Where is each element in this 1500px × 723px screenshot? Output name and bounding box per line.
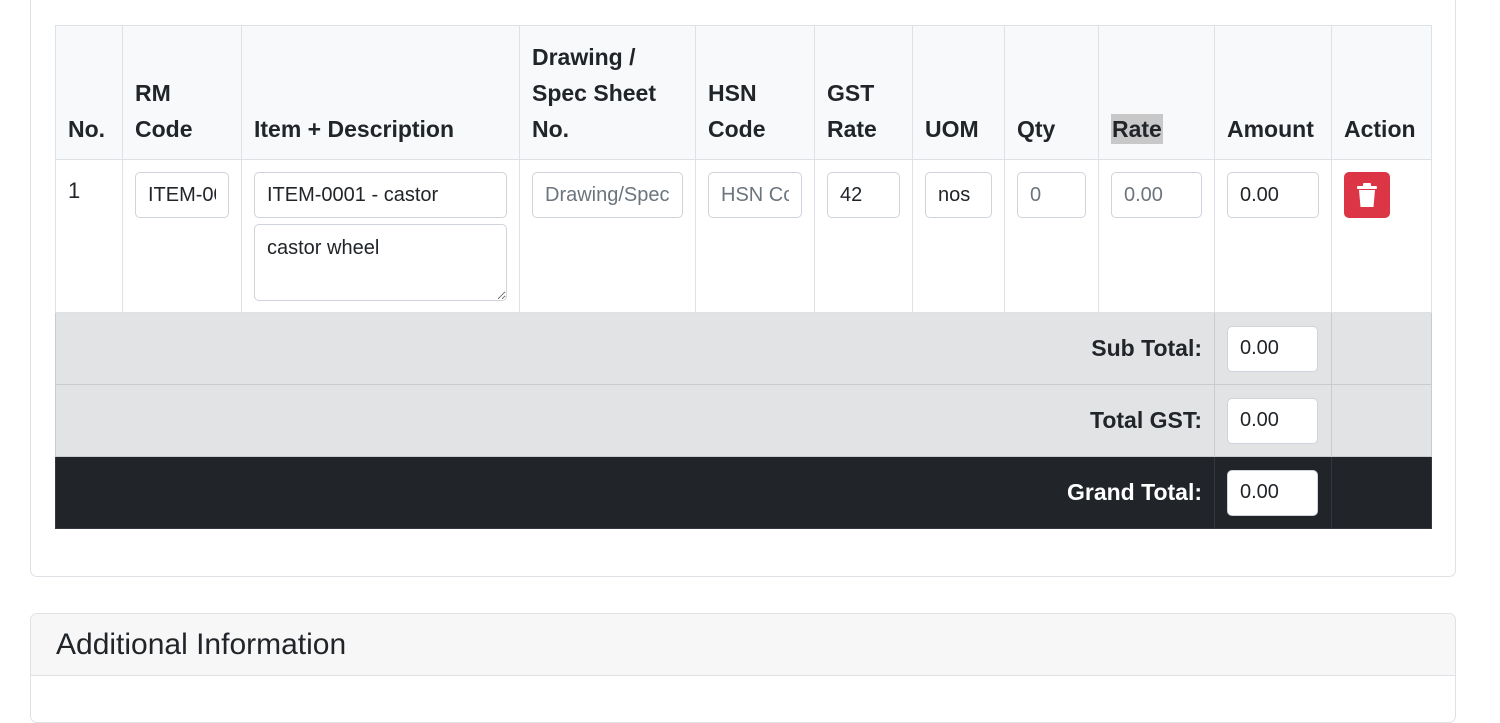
cell-hsn-code (695, 159, 815, 313)
header-uom: UOM (912, 25, 1005, 160)
rate-input[interactable] (1111, 172, 1202, 218)
uom-input[interactable] (925, 172, 992, 218)
table-header-row: No. RM Code Item + Description Drawing /… (55, 25, 1432, 160)
subtotal-input[interactable] (1227, 325, 1318, 372)
cell-amount (1214, 159, 1332, 313)
additional-information-card: Additional Information (30, 613, 1456, 723)
trash-icon (1357, 183, 1377, 207)
header-no: No. (55, 25, 123, 160)
cell-drawing-spec (519, 159, 696, 313)
qty-input[interactable] (1017, 172, 1086, 218)
item-input[interactable] (254, 172, 507, 218)
header-amount: Amount (1214, 25, 1332, 160)
cell-rate (1098, 159, 1215, 313)
total-gst-empty-cell (1331, 384, 1432, 457)
subtotal-row: Sub Total: (55, 312, 1432, 385)
items-table: No. RM Code Item + Description Drawing /… (55, 25, 1432, 529)
cell-item-description: castor wheel (241, 159, 520, 313)
drawing-spec-input[interactable] (532, 172, 683, 218)
grand-total-cell (1214, 456, 1332, 529)
subtotal-empty-cell (1331, 312, 1432, 385)
header-rm-code: RM Code (122, 25, 242, 160)
header-rate: Rate (1098, 25, 1215, 160)
header-drawing-spec: Drawing / Spec Sheet No. (519, 25, 696, 160)
row-number: 1 (68, 178, 81, 203)
header-action: Action (1331, 25, 1432, 160)
rm-code-input[interactable] (135, 172, 229, 218)
total-gst-row: Total GST: (55, 384, 1432, 457)
grand-total-input[interactable] (1227, 469, 1318, 516)
header-hsn-code: HSN Code (695, 25, 815, 160)
cell-rm-code (122, 159, 242, 313)
grand-total-label: Grand Total: (55, 456, 1215, 529)
total-gst-input[interactable] (1227, 397, 1318, 444)
header-qty: Qty (1004, 25, 1099, 160)
total-gst-label: Total GST: (55, 384, 1215, 457)
total-gst-cell (1214, 384, 1332, 457)
grand-total-row: Grand Total: (55, 456, 1432, 529)
description-textarea[interactable]: castor wheel (254, 224, 507, 301)
cell-qty (1004, 159, 1099, 313)
cell-no: 1 (55, 159, 123, 313)
amount-input[interactable] (1227, 172, 1319, 218)
cell-action (1331, 159, 1432, 313)
header-rate-label: Rate (1111, 114, 1163, 144)
delete-row-button[interactable] (1344, 172, 1390, 218)
cell-gst-rate (814, 159, 913, 313)
subtotal-label: Sub Total: (55, 312, 1215, 385)
additional-information-title: Additional Information (31, 614, 1455, 676)
header-gst-rate: GST Rate (814, 25, 913, 160)
hsn-code-input[interactable] (708, 172, 802, 218)
header-item-description: Item + Description (241, 25, 520, 160)
cell-uom (912, 159, 1005, 313)
table-row: 1 castor wheel (55, 159, 1432, 313)
grand-total-empty-cell (1331, 456, 1432, 529)
subtotal-cell (1214, 312, 1332, 385)
gst-rate-input[interactable] (827, 172, 900, 218)
